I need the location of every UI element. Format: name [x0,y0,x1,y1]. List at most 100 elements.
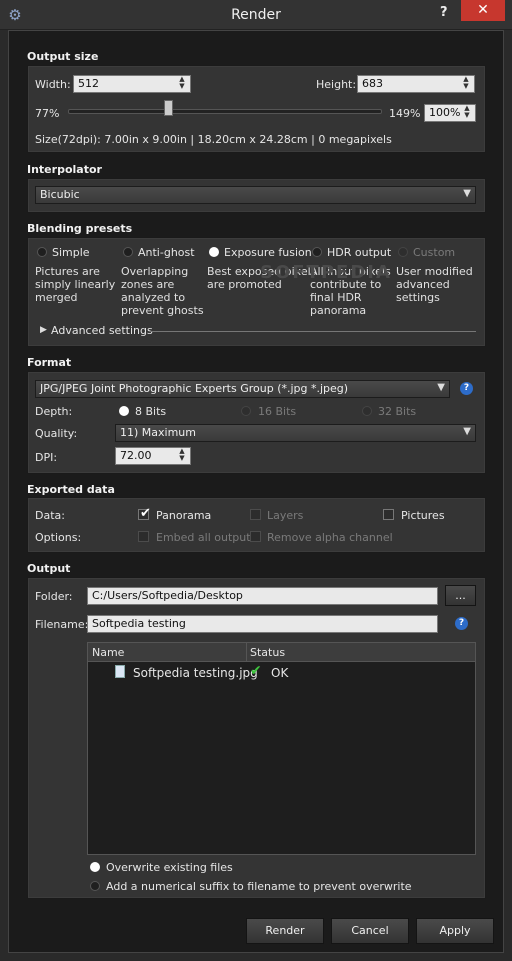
spinner-arrows-icon[interactable]: ▲ ▼ [462,105,472,119]
exported-heading: Exported data [27,483,115,496]
chevron-down-icon: ▼ [463,426,471,437]
width-label: Width: [35,78,71,91]
embed-label[interactable]: Embed all outputs [156,531,256,544]
scale-value: 100% [429,106,461,119]
width-field[interactable]: 512 ▲ ▼ [73,75,191,93]
dpi-value: 72.00 [120,449,152,462]
panorama-checkbox[interactable]: ✔ [138,506,151,521]
file-icon [115,665,125,678]
depth-8bit-label[interactable]: 8 Bits [135,405,166,418]
preset-anti-ghost-label[interactable]: Anti-ghost [138,246,195,259]
pictures-label[interactable]: Pictures [401,509,445,522]
scale-slider-track[interactable] [68,109,382,114]
browse-button[interactable]: ... [445,585,476,606]
preset-anti-ghost-description: Overlapping zones are analyzed to prevent g… [121,265,204,317]
options-label: Options: [35,531,82,544]
close-button[interactable]: ✕ [461,0,505,21]
preset-anti-ghost-radio[interactable] [123,247,133,257]
column-name[interactable]: Name [92,646,124,659]
output-heading: Output [27,562,71,575]
spinner-arrows-icon[interactable]: ▲ ▼ [177,448,187,462]
filename-input[interactable]: Softpedia testing [87,615,438,633]
preset-hdr-output-radio[interactable] [312,247,322,257]
file-name[interactable]: Softpedia testing.jpg [133,666,258,680]
spinner-arrows-icon[interactable]: ▲ ▼ [177,76,187,90]
dpi-label: DPI: [35,451,58,464]
layers-label[interactable]: Layers [267,509,303,522]
preset-exposure-fusion-label[interactable]: Exposure fusion [224,246,312,259]
folder-input[interactable]: C:/Users/Softpedia/Desktop [87,587,438,605]
exported-panel [27,497,486,553]
cancel-button[interactable]: Cancel [331,918,409,944]
blending-heading: Blending presets [27,222,133,235]
description-line: analyzed to [121,291,186,304]
chevron-down-icon: ▼ [437,382,445,393]
interpolator-heading: Interpolator [27,163,102,176]
format-value: JPG/JPEG Joint Photographic Experts Grou… [40,382,349,395]
depth-16bit-radio[interactable] [241,406,251,416]
depth-label: Depth: [35,405,73,418]
description-line: panorama [310,304,367,317]
description-line: final HDR [310,291,362,304]
render-button[interactable]: Render [246,918,324,944]
description-line: prevent ghosts [121,304,204,317]
description-line: settings [396,291,440,304]
description-line: User modified [396,265,473,278]
interpolator-value: Bicubic [40,188,80,201]
remove-alpha-label[interactable]: Remove alpha channel [267,531,393,544]
overwrite-radio[interactable] [90,862,100,872]
data-label: Data: [35,509,65,522]
filename-label: Filename: [35,618,89,631]
scale-slider-thumb[interactable] [164,100,174,116]
description-line: zones are [121,278,175,291]
depth-8bit-radio[interactable] [119,406,129,416]
layers-checkbox[interactable] [250,509,261,520]
height-value: 683 [362,77,383,90]
output-size-heading: Output size [27,50,99,63]
depth-32bit-radio[interactable] [362,406,372,416]
dpi-field[interactable]: 72.00 ▲ ▼ [115,447,191,465]
pictures-checkbox[interactable] [383,509,394,520]
help-icon[interactable]: ? [440,5,448,20]
format-dropdown[interactable]: JPG/JPEG Joint Photographic Experts Grou… [35,380,450,398]
preset-simple-label[interactable]: Simple [52,246,90,259]
depth-32bit-label[interactable]: 32 Bits [378,405,416,418]
suffix-radio[interactable] [90,881,100,891]
quality-dropdown[interactable]: 11) Maximum ▼ [115,424,476,442]
description-line: Pictures are [35,265,100,278]
window-title: Render [231,7,281,23]
column-status[interactable]: Status [250,646,285,659]
height-label: Height: [316,78,357,91]
scale-field[interactable]: 100% ▲ ▼ [424,104,476,122]
ok-check-icon: ✔ [250,663,262,679]
depth-16bit-label[interactable]: 16 Bits [258,405,296,418]
description-line: merged [35,291,78,304]
interpolator-dropdown[interactable]: Bicubic ▼ [35,186,476,204]
expand-arrow-icon[interactable]: ▶ [40,325,47,335]
height-field[interactable]: 683 ▲ ▼ [357,75,475,93]
preset-simple-radio[interactable] [37,247,47,257]
preset-hdr-output-label[interactable]: HDR output [327,246,391,259]
spinner-arrows-icon[interactable]: ▲ ▼ [461,76,471,90]
filename-help-icon[interactable]: ? [455,617,468,630]
format-help-icon[interactable]: ? [460,382,473,395]
embed-checkbox[interactable] [138,531,149,542]
apply-button[interactable]: Apply [416,918,494,944]
watermark: SOFTPEDIA [260,262,392,283]
chevron-down-icon: ▼ [463,188,471,199]
column-divider [246,643,247,662]
remove-alpha-checkbox[interactable] [250,531,261,542]
folder-label: Folder: [35,590,73,603]
suffix-label[interactable]: Add a numerical suffix to filename to pr… [106,880,412,893]
description-line: Overlapping [121,265,189,278]
overwrite-label[interactable]: Overwrite existing files [106,861,233,874]
format-heading: Format [27,356,72,369]
preset-custom-description: User modified advanced settings [396,265,473,304]
divider [150,331,476,332]
advanced-settings-toggle[interactable]: Advanced settings [51,324,153,337]
preset-exposure-fusion-radio[interactable] [209,247,219,257]
panorama-label[interactable]: Panorama [156,509,211,522]
preset-custom-label[interactable]: Custom [413,246,455,259]
scale-min-label: 77% [35,107,60,120]
preset-custom-radio[interactable] [398,247,408,257]
